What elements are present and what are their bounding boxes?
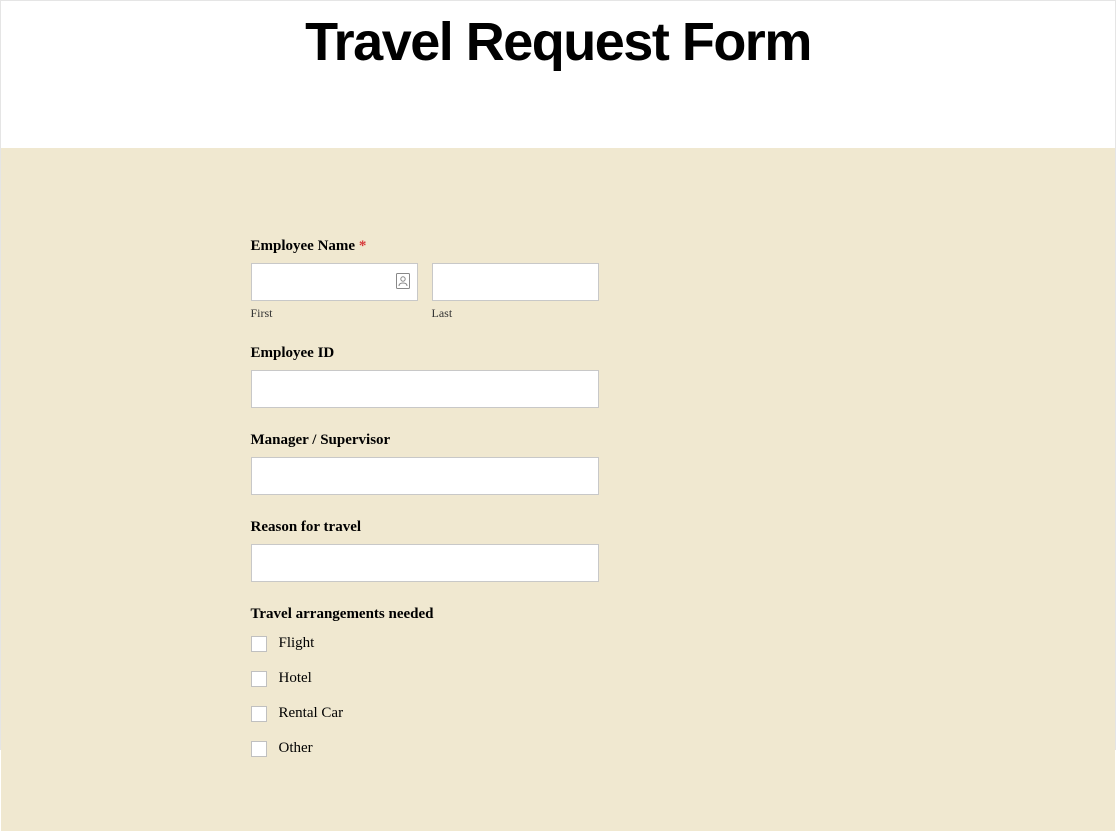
arrangements-label: Travel arrangements needed [251,606,731,623]
first-name-col: First [251,263,418,321]
checkbox-label-other[interactable]: Other [279,740,313,757]
field-employee-id: Employee ID [251,345,731,408]
last-name-col: Last [432,263,599,321]
checkbox-item-rental-car: Rental Car [251,705,731,722]
first-name-input[interactable] [251,263,418,301]
form-section: Employee Name * First Last [1,148,1115,831]
checkbox-rental-car[interactable] [251,706,267,722]
name-row: First Last [251,263,599,321]
field-arrangements: Travel arrangements needed Flight Hotel … [251,606,731,757]
checkbox-item-hotel: Hotel [251,670,731,687]
checkbox-item-other: Other [251,740,731,757]
field-manager: Manager / Supervisor [251,432,731,495]
required-asterisk: * [359,238,367,254]
employee-id-input[interactable] [251,370,599,408]
checkbox-hotel[interactable] [251,671,267,687]
checkbox-other[interactable] [251,741,267,757]
arrangements-list: Flight Hotel Rental Car Other [251,631,731,757]
field-reason: Reason for travel [251,519,731,582]
checkbox-item-flight: Flight [251,635,731,652]
checkbox-label-flight[interactable]: Flight [279,635,315,652]
checkbox-label-hotel[interactable]: Hotel [279,670,312,687]
header-section: Travel Request Form [1,1,1115,148]
last-name-input[interactable] [432,263,599,301]
reason-label: Reason for travel [251,519,731,536]
page-title: Travel Request Form [1,11,1115,73]
manager-label: Manager / Supervisor [251,432,731,449]
employee-id-label: Employee ID [251,345,731,362]
checkbox-flight[interactable] [251,636,267,652]
first-name-sublabel: First [251,306,418,321]
employee-name-label-text: Employee Name [251,238,356,254]
reason-input[interactable] [251,544,599,582]
employee-name-label: Employee Name * [251,238,731,255]
last-name-sublabel: Last [432,306,599,321]
checkbox-label-rental-car[interactable]: Rental Car [279,705,344,722]
form-container: Employee Name * First Last [251,238,866,757]
field-employee-name: Employee Name * First Last [251,238,731,321]
manager-input[interactable] [251,457,599,495]
